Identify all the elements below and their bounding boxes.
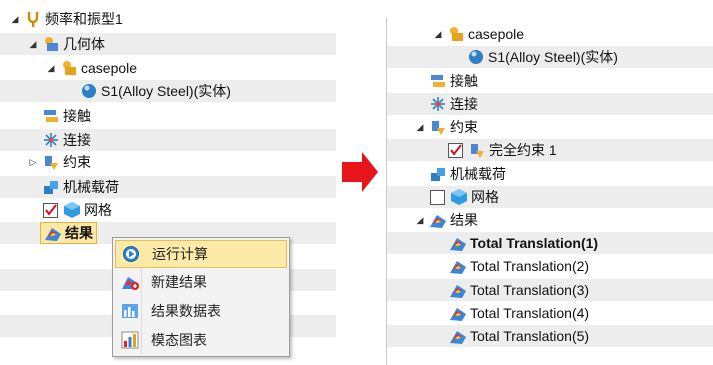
tree-label: 连接 [63,132,91,148]
result-label: Total Translation(4) [470,305,590,321]
run-icon [123,246,139,262]
data-table-icon [122,304,138,318]
tree-label: 完全约束 1 [489,142,557,158]
contact-icon [431,75,445,87]
collapse-icon[interactable]: ◢ [415,215,425,226]
mesh-checkbox[interactable] [430,189,445,205]
tree-row-body[interactable]: S1(Alloy Steel)(实体) [0,80,336,102]
result-item[interactable]: Total Translation(5) [387,325,713,347]
tree-label: casepole [81,60,138,76]
collapse-icon[interactable]: ◢ [433,29,443,40]
solid-body-icon [82,84,96,98]
selected-item[interactable]: 结果 [40,222,97,244]
tree-row-fixture[interactable]: ◢ 约束 [387,116,713,138]
fixture-icon [471,144,484,158]
part-icon [63,61,76,75]
mesh-icon [64,202,80,218]
tree-label: 机械载荷 [450,166,506,182]
result-plot-icon [450,331,466,344]
tree-row-load[interactable]: 机械载荷 [0,176,336,198]
expand-icon[interactable]: ▷ [28,157,38,168]
fixture-checkbox[interactable] [448,142,463,158]
collapse-icon[interactable]: ◢ [46,63,56,74]
result-plot-icon [450,238,466,251]
result-item[interactable]: Total Translation(4) [387,302,713,324]
menu-item-run[interactable]: 运行计算 [115,240,287,268]
tree-label: 网格 [471,189,499,205]
mesh-checkbox[interactable] [43,202,58,218]
collapse-icon[interactable]: ◢ [28,39,38,50]
fixture-icon [432,121,445,135]
tree-row-part[interactable]: ◢ casepole [0,57,336,79]
tree-row-mesh[interactable]: 网格 [0,199,336,221]
menu-item-result-table[interactable]: 结果数据表 [115,298,287,324]
solid-body-icon [469,50,483,64]
connection-icon [431,97,445,111]
tree-label: S1(Alloy Steel)(实体) [488,49,618,65]
tree-label: 约束 [450,119,478,135]
new-result-icon [122,277,139,290]
menu-item-new-result[interactable]: 新建结果 [115,269,287,295]
load-icon [431,168,445,181]
load-icon [44,181,58,194]
collapse-icon[interactable]: ◢ [415,122,425,133]
result-item[interactable]: Total Translation(3) [387,279,713,301]
tree-label: casepole [468,26,525,42]
mesh-icon [451,189,467,205]
arrow-right-icon [342,152,378,192]
tree-label: S1(Alloy Steel)(实体) [101,83,231,99]
tree-row-contact[interactable]: 接触 [0,105,336,127]
results-icon [45,228,61,241]
result-plot-icon [450,308,466,321]
tree-row-fixture[interactable]: ▷ 约束 [0,151,336,173]
tree-row-fixture-child[interactable]: 完全约束 1 [387,139,713,161]
collapse-icon[interactable]: ◢ [10,14,20,25]
result-item[interactable]: Total Translation(2) [387,255,713,277]
tree-row-geometry[interactable]: ◢ 几何体 [0,33,336,55]
tree-label: 几何体 [63,36,105,52]
tree-row-part[interactable]: ◢ casepole [387,23,713,45]
tree-label: 结果 [65,225,93,241]
modal-chart-icon [121,331,139,349]
result-item[interactable]: Total Translation(1) [387,232,713,254]
tree-label: 接触 [63,108,91,124]
contact-icon [44,110,58,122]
result-plot-icon [450,261,466,274]
tree-row-root[interactable]: ◢ 频率和振型1 [0,8,336,30]
result-label: Total Translation(1) [470,235,599,251]
tuning-fork-icon [27,12,39,27]
context-menu: 运行计算 新建结果 结果数据表 模态图表 [112,237,290,357]
result-label: Total Translation(5) [470,328,590,344]
right-tree-panel: ◢ casepole S1(Alloy Steel)(实体) 接触 连接 ◢ 约… [386,18,713,365]
tree-label: 机械载荷 [63,179,119,195]
tree-row-load[interactable]: 机械载荷 [387,163,713,185]
menu-item-modal-chart[interactable]: 模态图表 [115,327,287,353]
tree-row-connection[interactable]: 连接 [387,93,713,115]
tree-label: 网格 [84,202,112,218]
connection-icon [44,133,58,147]
geometry-icon [45,37,58,51]
part-icon [450,27,463,41]
tree-row-contact[interactable]: 接触 [387,70,713,92]
result-label: Total Translation(3) [470,282,590,298]
tree-label: 连接 [450,96,478,112]
tree-row-mesh[interactable]: 网格 [387,186,713,208]
fixture-icon [45,156,58,170]
tree-label: 结果 [450,212,478,228]
left-tree-panel: ◢ 频率和振型1 ◢ 几何体 ◢ casepole S1(Alloy Steel… [0,0,336,365]
tree-label: 频率和振型1 [45,11,123,27]
tree-row-results[interactable]: ◢ 结果 [387,209,713,231]
result-label: Total Translation(2) [470,258,590,274]
tree-label: 接触 [450,73,478,89]
tree-row-body[interactable]: S1(Alloy Steel)(实体) [387,46,713,68]
results-icon [430,215,446,228]
tree-label: 约束 [63,154,91,170]
tree-row-connection[interactable]: 连接 [0,129,336,151]
result-plot-icon [450,285,466,298]
